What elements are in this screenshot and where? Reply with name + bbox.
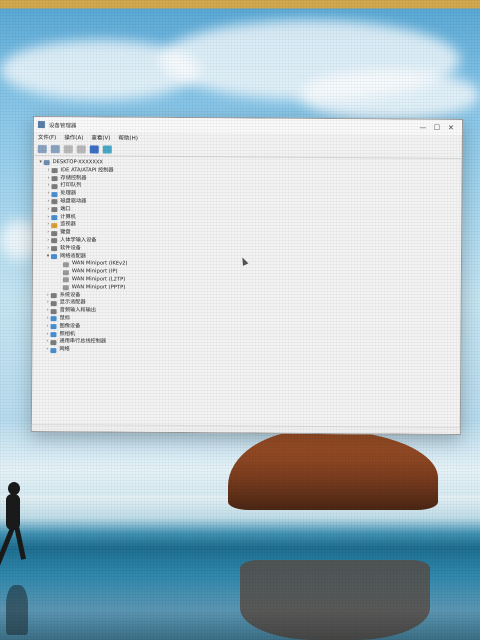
menu-help[interactable]: 帮助(H) [118,134,137,142]
help-icon[interactable] [89,144,99,153]
device-category-icon [51,191,58,197]
device-category-icon [50,347,57,353]
wallpaper-runner-reflection [6,585,28,635]
device-category-icon [51,199,58,205]
wallpaper-runner [0,480,32,575]
device-category-icon [62,261,69,268]
tree-item[interactable]: › 网络 [36,346,456,357]
device-category-icon [51,230,58,236]
device-manager-window[interactable]: 设备管理器 — ☐ ✕ 文件(F) 操作(A) 查看(V) 帮助(H) ▾ DES… [30,116,463,435]
close-button[interactable]: ✕ [444,120,458,134]
wallpaper-rock [228,430,438,510]
monitor-icon[interactable] [102,144,112,154]
tree-item-label: 图像设备 [59,322,81,330]
tree-item-label: 键盘 [60,229,71,236]
device-category-icon [50,324,57,330]
menu-action[interactable]: 操作(A) [64,133,83,141]
device-category-icon [50,308,57,314]
device-category-icon [51,222,58,228]
device-category-icon [51,246,58,252]
device-category-icon [50,300,57,306]
device-category-icon [62,269,69,275]
device-category-icon [43,160,50,166]
refresh-icon[interactable] [76,144,86,153]
device-category-icon [51,215,58,221]
tree-item-label: 网络 [59,346,70,353]
device-category-icon [51,254,58,260]
menu-file[interactable]: 文件(F) [38,133,57,141]
forward-icon[interactable] [50,144,60,153]
device-category-icon [51,207,58,213]
minimize-button[interactable]: — [416,120,430,134]
device-category-icon [50,316,57,322]
device-category-icon [51,238,58,244]
tree-item-label: 端口 [60,205,71,213]
device-category-icon [50,293,57,299]
tree-item-label: 磁盘驱动器 [60,198,87,205]
menu-view[interactable]: 查看(V) [91,133,110,141]
properties-icon[interactable] [63,144,73,153]
device-tree[interactable]: ▾ DESKTOP-XXXXXXX › IDE ATA/ATAPI 控制器 › 存储控制器… [32,156,461,360]
tree-item-label: 网络适配器 [60,252,86,259]
tree-item-label: 处理器 [60,190,77,197]
maximize-button[interactable]: ☐ [430,120,444,134]
tree-item-label: 软件设备 [60,244,81,252]
wallpaper-rock-reflection [240,560,430,640]
device-category-icon [50,332,57,338]
desktop-top-edge [0,0,480,8]
tree-item-label: 鼠标 [59,315,71,322]
device-category-icon [51,168,58,174]
device-category-icon [50,339,57,345]
device-category-icon [51,183,58,189]
window-title: 设备管理器 [48,122,77,129]
device-category-icon [62,285,69,291]
device-category-icon [62,277,69,283]
wallpaper-cloud [300,70,480,120]
device-category-icon [51,176,58,182]
back-icon[interactable] [37,144,47,153]
status-bar [31,423,460,434]
device-manager-icon [37,121,45,129]
